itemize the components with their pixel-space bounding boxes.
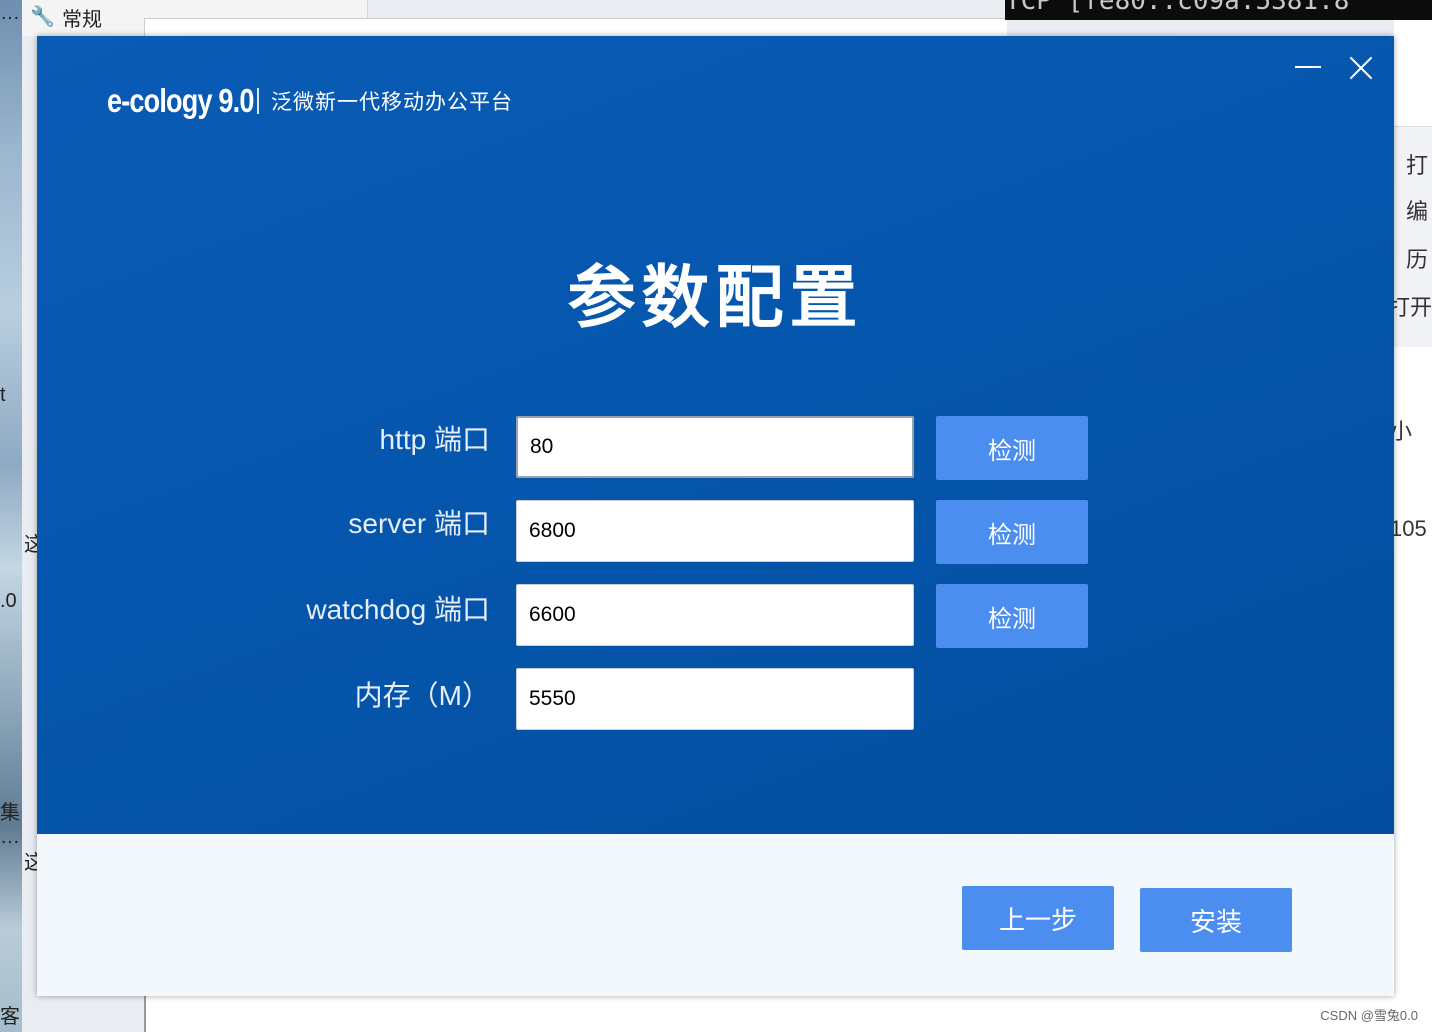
background-text: 打开 bbox=[1388, 295, 1432, 320]
background-right-window: 打 编 历 打开 小 105 bbox=[1388, 20, 1432, 1032]
server-port-label: server 端口 bbox=[348, 508, 490, 539]
watchdog-port-input[interactable] bbox=[516, 584, 914, 646]
installer-dialog: e-cology 9.0 泛微新一代移动办公平台 参数配置 http 端口 检测… bbox=[37, 36, 1394, 996]
background-text: .0 bbox=[0, 590, 17, 612]
dialog-header: e-cology 9.0 泛微新一代移动办公平台 参数配置 http 端口 检测… bbox=[37, 36, 1394, 834]
previous-step-button[interactable]: 上一步 bbox=[962, 886, 1114, 950]
wrench-icon: 🔧 bbox=[30, 4, 55, 28]
background-window bbox=[144, 18, 1007, 37]
background-text: 编 bbox=[1406, 199, 1429, 224]
background-text: … bbox=[0, 2, 20, 24]
http-port-input[interactable] bbox=[516, 416, 914, 478]
background-desktop-strip: … t 这 .0 集 … 这 客 bbox=[0, 0, 44, 1032]
console-text: TCP [fe80::c09a:5381:8 bbox=[1005, 0, 1350, 16]
watermark: CSDN @雪兔0.0 bbox=[1320, 1008, 1418, 1023]
background-text: 105 bbox=[1390, 516, 1427, 541]
background-console: TCP [fe80::c09a:5381:8 bbox=[1005, 0, 1432, 20]
background-text: … bbox=[0, 826, 20, 848]
watchdog-port-check-button[interactable]: 检测 bbox=[936, 584, 1088, 648]
background-text: 集 bbox=[0, 802, 20, 824]
background-window-bottom bbox=[144, 996, 1396, 1032]
http-port-check-button[interactable]: 检测 bbox=[936, 416, 1088, 480]
background-text: 打 bbox=[1406, 153, 1429, 178]
http-port-label: http 端口 bbox=[379, 424, 490, 455]
page-title: 参数配置 bbox=[567, 259, 864, 338]
background-text: t bbox=[0, 384, 6, 406]
install-button[interactable]: 安装 bbox=[1140, 888, 1292, 952]
watchdog-port-label: watchdog 端口 bbox=[306, 594, 490, 625]
server-port-input[interactable] bbox=[516, 500, 914, 562]
close-button[interactable] bbox=[1341, 50, 1381, 84]
brand-name: e-cology 9.0 bbox=[107, 82, 254, 119]
background-general-label: 常规 bbox=[62, 9, 102, 31]
memory-label: 内存（M） bbox=[354, 680, 490, 711]
dialog-footer: 上一步 安装 bbox=[37, 834, 1394, 996]
product-logo: e-cology 9.0 泛微新一代移动办公平台 bbox=[107, 82, 513, 120]
minimize-button[interactable] bbox=[1287, 50, 1327, 84]
server-port-check-button[interactable]: 检测 bbox=[936, 500, 1088, 564]
memory-input[interactable] bbox=[516, 668, 914, 730]
brand-slogan: 泛微新一代移动办公平台 bbox=[271, 90, 513, 114]
background-text: 历 bbox=[1406, 247, 1429, 272]
logo-divider bbox=[257, 88, 259, 114]
background-text: 客 bbox=[0, 1006, 20, 1028]
